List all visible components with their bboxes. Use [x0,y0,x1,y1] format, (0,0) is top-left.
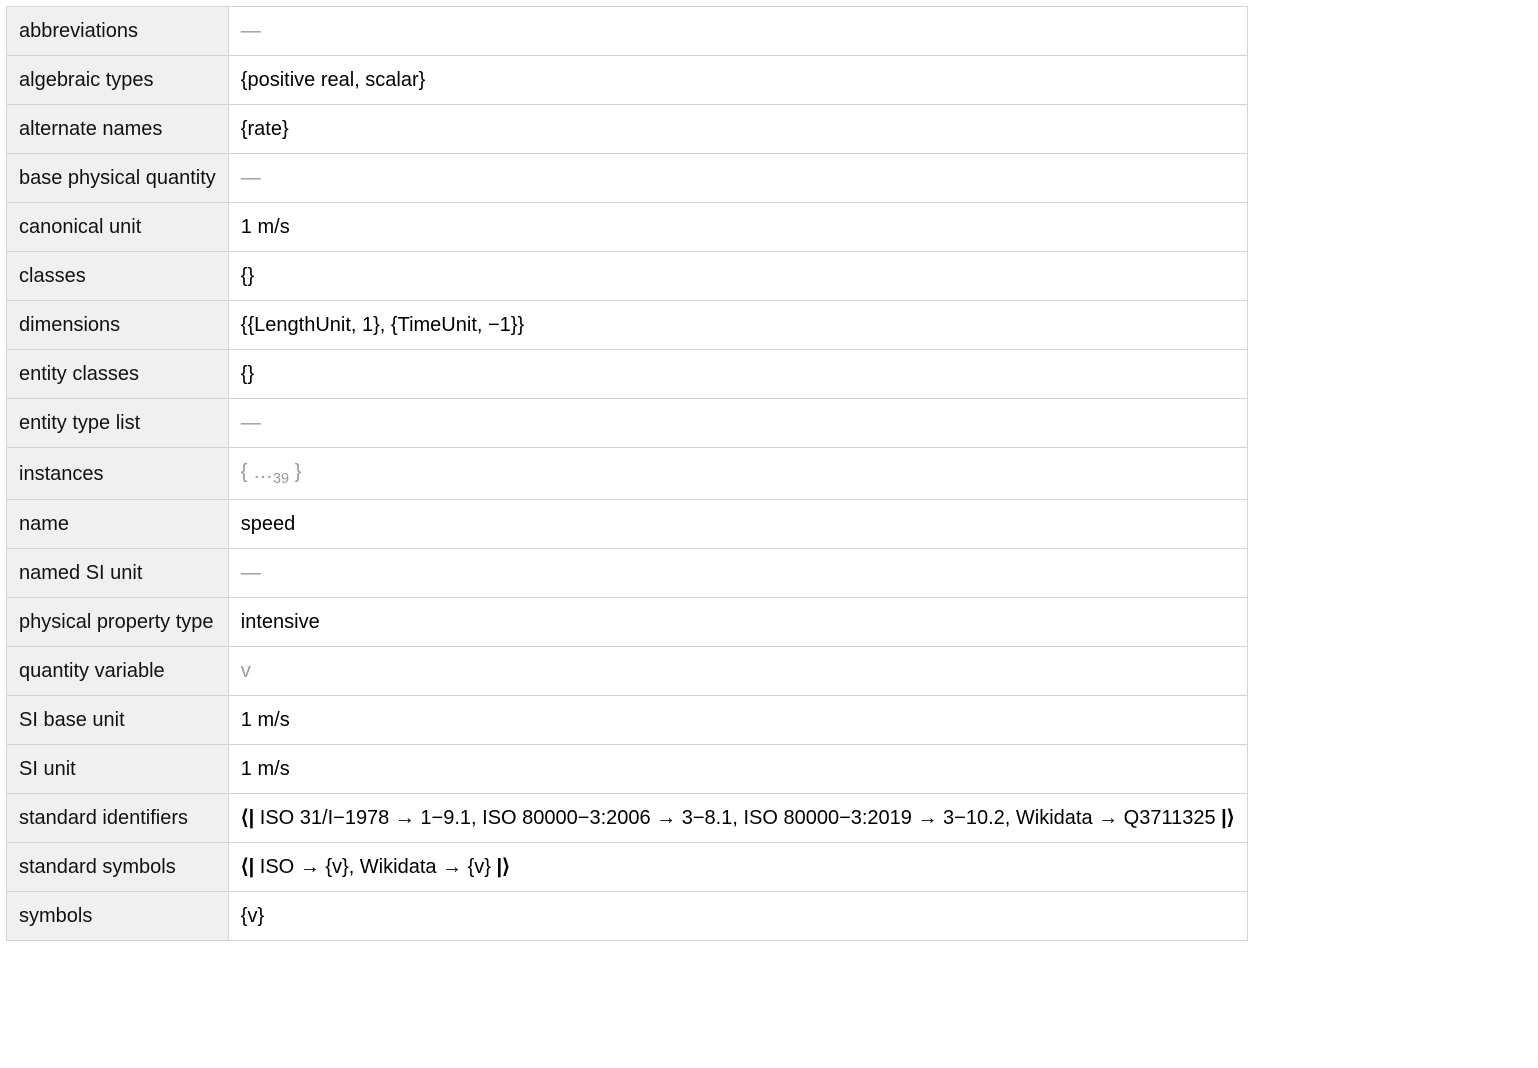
property-row: dimensions {{LengthUnit, 1}, {TimeUnit, −… [7,301,1248,350]
property-key: named SI unit [7,549,229,598]
property-key: dimensions [7,301,229,350]
property-key: SI base unit [7,696,229,745]
property-row: standard identifiers⟨| ISO 31/I−1978 → 1… [7,794,1248,843]
property-value: { …39 } [228,448,1247,500]
value-text: 1 m/s [241,216,290,238]
property-value: {rate} [228,105,1247,154]
property-key: name [7,500,229,549]
property-key: instances [7,448,229,500]
property-value: — [228,549,1247,598]
property-value: {{LengthUnit, 1}, {TimeUnit, −1}} [228,301,1247,350]
property-key: physical property type [7,598,229,647]
property-value: {} [228,252,1247,301]
property-key: base physical quantity [7,154,229,203]
property-row: algebraic types {positive real, scalar} [7,56,1248,105]
properties-table: abbreviations — algebraic types {positive r… [6,6,1248,941]
property-value: — [228,399,1247,448]
property-row: physical property type intensive [7,598,1248,647]
property-key: standard symbols [7,843,229,892]
property-key: classes [7,252,229,301]
property-key: entity classes [7,350,229,399]
value-text: — [241,412,261,434]
value-text: {positive real, scalar} [241,69,426,91]
value-text: {{LengthUnit, 1}, {TimeUnit, −1}} [241,314,524,336]
property-key: quantity variable [7,647,229,696]
elided-suffix: } [289,461,301,483]
property-row: quantity variable v [7,647,1248,696]
assoc-open: ⟨| [241,856,260,878]
value-text: speed [241,513,296,535]
value-text: v [241,660,251,682]
property-key: entity type list [7,399,229,448]
value-text: 1 m/s [241,758,290,780]
property-value: {v} [228,892,1247,941]
property-key: canonical unit [7,203,229,252]
property-row: alternate names {rate} [7,105,1248,154]
property-value: 1 m/s [228,203,1247,252]
property-row: entity classes {} [7,350,1248,399]
property-row: named SI unit — [7,549,1248,598]
property-key: SI unit [7,745,229,794]
property-row: canonical unit 1 m/s [7,203,1248,252]
property-key: alternate names [7,105,229,154]
value-text: intensive [241,611,320,633]
assoc-body: ISO 31/I−1978 → 1−9.1, ISO 80000−3:2006 … [260,807,1216,829]
property-value: speed [228,500,1247,549]
property-value: 1 m/s [228,745,1247,794]
assoc-open: ⟨| [241,807,260,829]
property-row: SI unit 1 m/s [7,745,1248,794]
assoc-close: |⟩ [1216,807,1235,829]
value-text: — [241,562,261,584]
property-row: symbols {v} [7,892,1248,941]
property-value: 1 m/s [228,696,1247,745]
property-row: base physical quantity — [7,154,1248,203]
property-row: abbreviations — [7,7,1248,56]
property-value: ⟨| ISO 31/I−1978 → 1−9.1, ISO 80000−3:20… [228,794,1247,843]
property-row: instances{ …39 } [7,448,1248,500]
property-key: symbols [7,892,229,941]
property-value: — [228,154,1247,203]
value-text: — [241,20,261,42]
property-row: name speed [7,500,1248,549]
property-key: standard identifiers [7,794,229,843]
property-row: classes {} [7,252,1248,301]
assoc-body: ISO → {v}, Wikidata → {v} [260,856,491,878]
property-key: abbreviations [7,7,229,56]
property-value: v [228,647,1247,696]
property-key: algebraic types [7,56,229,105]
value-text: — [241,167,261,189]
property-value: {positive real, scalar} [228,56,1247,105]
assoc-close: |⟩ [491,856,510,878]
elided-prefix: { … [241,461,273,483]
property-value: {} [228,350,1247,399]
value-text: 1 m/s [241,709,290,731]
property-value: intensive [228,598,1247,647]
value-text: {v} [241,905,264,927]
property-row: entity type list — [7,399,1248,448]
elided-count: 39 [273,471,289,487]
value-text: {} [241,363,254,385]
value-text: {} [241,265,254,287]
property-value: — [228,7,1247,56]
property-value: ⟨| ISO → {v}, Wikidata → {v} |⟩ [228,843,1247,892]
property-row: standard symbols⟨| ISO → {v}, Wikidata →… [7,843,1248,892]
value-text: {rate} [241,118,289,140]
property-row: SI base unit 1 m/s [7,696,1248,745]
